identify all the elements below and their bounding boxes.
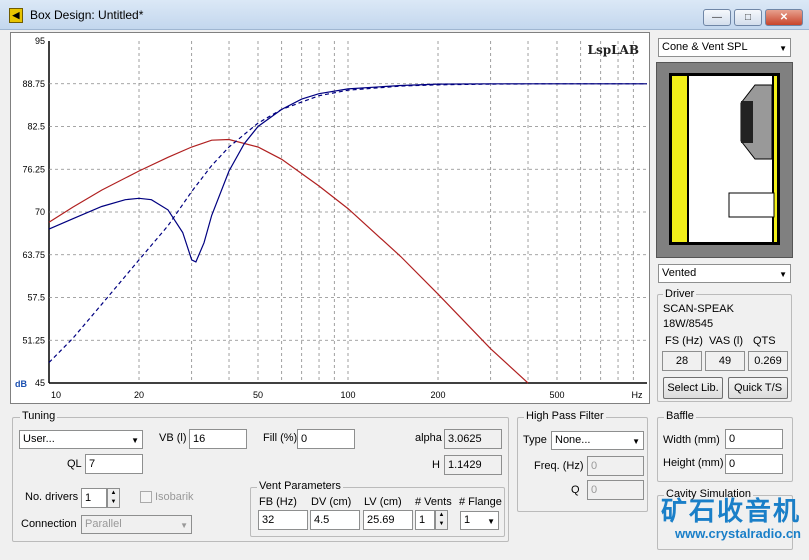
baffle-width-label: Width (mm) <box>663 434 720 446</box>
x-tick-label: 20 <box>134 390 144 400</box>
box-type-select[interactable]: Vented <box>658 264 791 283</box>
y-tick-label: 57.5 <box>27 293 45 303</box>
x-tick-label: 100 <box>340 390 355 400</box>
y-tick-label: 95 <box>35 36 45 46</box>
box-diagram <box>656 62 793 258</box>
lv-input[interactable]: 25.69 <box>363 510 413 530</box>
baffle-height-input[interactable]: 0 <box>725 454 783 474</box>
select-lib-button[interactable]: Select Lib. <box>663 377 723 399</box>
maximize-button[interactable]: □ <box>734 9 762 26</box>
minimize-button[interactable]: — <box>703 9 731 26</box>
x-tick-label: 10 <box>51 390 61 400</box>
dv-input[interactable]: 4.5 <box>310 510 360 530</box>
hpf-legend: High Pass Filter <box>524 410 606 422</box>
y-tick-label: 70 <box>35 207 45 217</box>
x-tick-label: 500 <box>549 390 564 400</box>
alpha-value: 3.0625 <box>444 429 502 449</box>
fill-input[interactable]: 0 <box>297 429 355 449</box>
x-tick-label: 200 <box>430 390 445 400</box>
x-tick-label: 50 <box>253 390 263 400</box>
graph-type-select[interactable]: Cone & Vent SPL <box>658 38 791 57</box>
vb-input[interactable]: 16 <box>189 429 247 449</box>
hpf-type-label: Type <box>523 434 547 446</box>
hpf-freq-input[interactable]: 0 <box>587 456 644 476</box>
hpf-type-select[interactable]: None... <box>551 431 644 450</box>
drivers-input[interactable]: 1 <box>81 488 107 508</box>
driver-legend: Driver <box>663 288 697 300</box>
vas-value: 49 <box>705 351 745 371</box>
hpf-q-input[interactable]: 0 <box>587 480 644 500</box>
driver-model: 18W/8545 <box>663 318 714 330</box>
vents-spinner[interactable]: ▲ ▼ <box>435 510 448 530</box>
fs-value: 28 <box>662 351 702 371</box>
x-tick-label: Hz <box>632 390 643 400</box>
baffle-width-input[interactable]: 0 <box>725 429 783 449</box>
h-label: H <box>432 459 440 471</box>
watermark-url: www.crystalradio.cn <box>675 526 801 541</box>
hpf-freq-label: Freq. (Hz) <box>534 460 584 472</box>
watermark: 矿石收音机 www.crystalradio.cn <box>661 496 801 541</box>
speaker-icon[interactable]: ◀ <box>9 8 23 23</box>
watermark-cn: 矿石收音机 <box>660 496 801 526</box>
connection-select[interactable]: Parallel <box>81 515 192 534</box>
hpf-q-label: Q <box>571 484 580 496</box>
tuning-preset-select[interactable]: User... <box>19 430 143 449</box>
isobarik-label: Isobarik <box>155 491 194 503</box>
vents-input[interactable]: 1 <box>415 510 435 530</box>
y-tick-label: 63.75 <box>22 250 45 260</box>
flange-label: # Flange <box>459 496 502 508</box>
flange-select[interactable]: 1 <box>460 511 499 530</box>
quick-ts-button[interactable]: Quick T/S <box>728 377 788 399</box>
alpha-label: alpha <box>415 432 442 444</box>
close-button[interactable]: ✕ <box>765 9 803 26</box>
drivers-label: No. drivers <box>25 491 79 503</box>
vents-label: # Vents <box>415 496 452 508</box>
lv-label: LV (cm) <box>364 496 402 508</box>
y-tick-label: 88.75 <box>22 79 45 89</box>
connection-label: Connection <box>21 518 77 530</box>
drivers-spinner[interactable]: ▲ ▼ <box>107 488 120 508</box>
y-unit-label: dB <box>15 379 27 389</box>
baffle-legend: Baffle <box>664 410 696 422</box>
vb-label: VB (l) <box>159 432 187 444</box>
fs-label: FS (Hz) <box>665 335 703 347</box>
fb-input[interactable]: 32 <box>258 510 308 530</box>
y-tick-label: 82.5 <box>27 122 45 132</box>
enclosure-icon <box>669 73 780 245</box>
tuning-legend: Tuning <box>20 410 58 422</box>
response-graph[interactable]: 95 88.75 82.5 76.25 70 63.75 57.5 51.25 45 dB 10 20… <box>10 32 650 404</box>
window-title: Box Design: Untitled* <box>30 8 144 22</box>
vent-legend: Vent Parameters <box>257 480 343 492</box>
isobarik-checkbox[interactable] <box>140 491 152 503</box>
y-tick-label: 45 <box>35 378 45 388</box>
h-value: 1.1429 <box>444 455 502 475</box>
vas-label: VAS (l) <box>709 335 744 347</box>
y-tick-label: 76.25 <box>22 164 45 174</box>
driver-name: SCAN-SPEAK <box>663 303 734 315</box>
series-line-1 <box>48 138 529 384</box>
baffle-height-label: Height (mm) <box>663 457 724 469</box>
fill-label: Fill (%) <box>263 432 298 444</box>
lsplab-logo: LspLAB <box>587 43 639 57</box>
ql-label: QL <box>67 458 82 470</box>
fb-label: FB (Hz) <box>259 496 297 508</box>
ql-input[interactable]: 7 <box>85 454 143 474</box>
qts-value: 0.269 <box>748 351 788 371</box>
response-chart-svg: 95 88.75 82.5 76.25 70 63.75 57.5 51.25 45 dB 10 20… <box>15 36 647 400</box>
qts-label: QTS <box>753 335 776 347</box>
dv-label: DV (cm) <box>311 496 352 508</box>
y-tick-label: 51.25 <box>22 335 45 345</box>
